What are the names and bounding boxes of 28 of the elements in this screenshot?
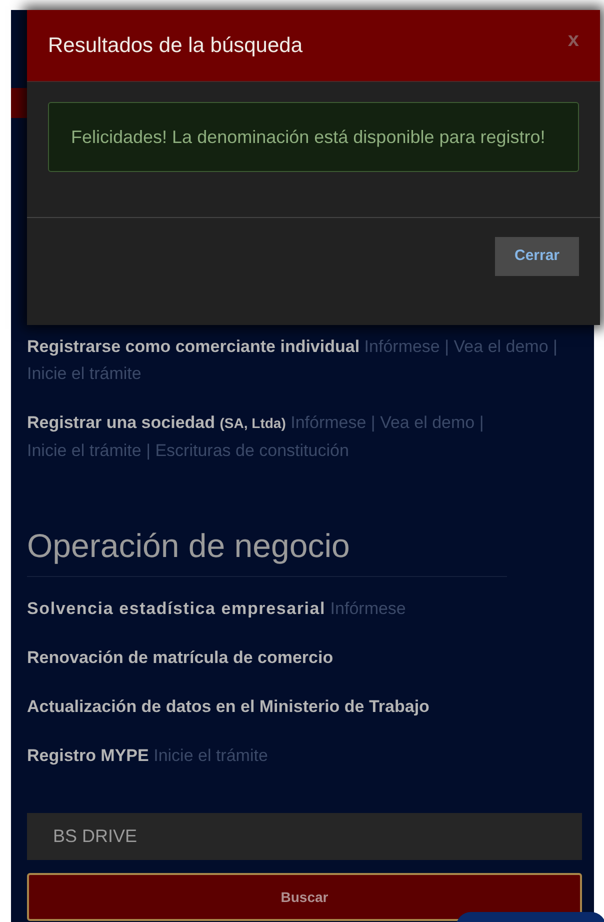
section-heading: Operación de negocio [27,526,507,577]
item-title: Registrar una sociedad [27,413,216,432]
item-link[interactable]: Escrituras de constitución [155,441,349,460]
link-separator: | [370,413,376,432]
close-modal-button[interactable]: Cerrar [495,237,579,276]
link-separator: | [444,337,450,356]
link-separator: | [553,337,558,356]
item-link[interactable]: Infórmese [364,337,440,356]
item-link[interactable]: Inicie el trámite [154,746,268,765]
item-title: Registro MYPE [27,746,149,765]
item-title: Actualización de datos en el Ministerio de Trabajo [27,697,430,716]
item-link[interactable]: Inicie el trámite [27,441,142,460]
search-button[interactable]: Buscar [27,873,582,921]
modal-title: Resultados de la búsqueda [48,32,303,59]
item-link[interactable]: Inicie el trámite [27,364,142,383]
link-separator: | [146,441,150,460]
item-title: Solvencia estadística empresarial [27,599,326,618]
item-title: Renovación de matrícula de comercio [27,648,334,667]
success-alert: Felicidades! La denominación está disponible para registro! [48,102,579,172]
close-button[interactable]: x [568,24,579,54]
item-link[interactable]: Vea el demo [454,337,548,356]
item-title: Registrarse como comerciante individual [27,337,360,356]
item-note: (SA, Ltda) [220,415,286,431]
item-link[interactable]: Infórmese [290,413,366,432]
item-link[interactable]: Infórmese [330,599,406,618]
link-separator: | [479,413,484,432]
item-link[interactable]: Vea el demo [380,413,475,432]
search-field[interactable]: BS DRIVE [27,813,582,860]
